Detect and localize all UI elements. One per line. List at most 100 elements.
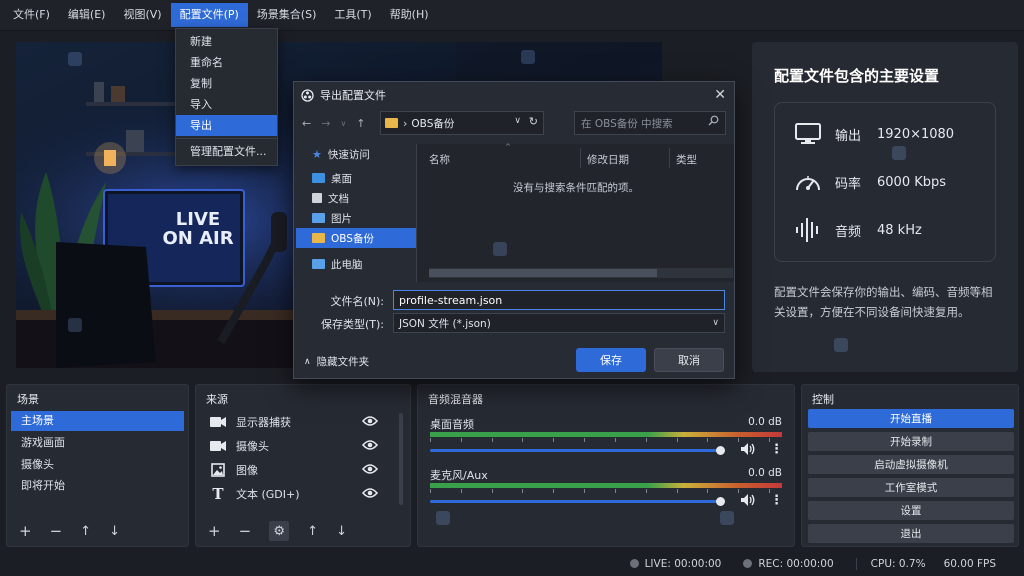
gear-icon[interactable]: ⚙ [269, 521, 290, 541]
eye-icon[interactable] [362, 439, 378, 451]
close-icon[interactable]: ✕ [714, 87, 726, 103]
volume-slider[interactable] [430, 449, 724, 452]
vertical-scrollbar[interactable] [399, 413, 403, 505]
filename-input[interactable] [393, 290, 725, 310]
refresh-icon[interactable]: ↻ [529, 115, 538, 128]
menu-item-export[interactable]: 导出 [176, 115, 277, 136]
info-value: 1920×1080 [877, 126, 955, 142]
sidebar-item-quick-access[interactable]: ★ 快速访问 [296, 144, 416, 164]
chevron-down-icon: ∨ [712, 318, 719, 328]
text-icon: T [212, 485, 224, 503]
source-item[interactable]: 摄像头 [210, 436, 378, 456]
hide-folders-toggle[interactable]: ∧ 隐藏文件夹 [304, 354, 369, 369]
sidebar-item-desktop[interactable]: 桌面 [296, 168, 416, 188]
path-bar[interactable]: › OBS备份 ∨ ↻ [380, 111, 544, 135]
scene-item[interactable]: 即将开始 [11, 476, 184, 496]
sidebar-item-documents[interactable]: 文档 [296, 188, 416, 208]
start-virtual-camera-button[interactable]: 启动虚拟摄像机 [808, 455, 1014, 474]
add-icon[interactable]: + [208, 522, 221, 540]
cancel-button[interactable]: 取消 [654, 348, 724, 372]
chevron-down-icon[interactable]: ∨ [514, 116, 521, 126]
move-down-icon[interactable]: ↓ [336, 524, 347, 539]
menu-file[interactable]: 文件(F) [4, 3, 59, 27]
file-list[interactable]: ^ 名称 修改日期 类型 没有与搜索条件匹配的项。 [416, 143, 734, 282]
volume-slider-knob[interactable] [716, 446, 725, 455]
path-folder: OBS备份 [411, 117, 455, 130]
source-item[interactable]: 显示器捕获 [210, 412, 378, 432]
start-recording-button[interactable]: 开始录制 [808, 432, 1014, 451]
meter-ticks [430, 489, 770, 497]
up-arrow-icon[interactable]: ↑ [356, 117, 365, 130]
remove-icon[interactable]: − [50, 522, 63, 540]
start-streaming-button[interactable]: 开始直播 [808, 409, 1014, 428]
menu-edit[interactable]: 编辑(E) [59, 3, 115, 27]
speaker-icon[interactable] [740, 493, 756, 507]
info-value: 6000 Kbps [877, 174, 947, 190]
forward-arrow-icon[interactable]: → [321, 117, 330, 130]
volume-slider-knob[interactable] [716, 497, 725, 506]
sidebar-item-pictures[interactable]: 图片 [296, 208, 416, 228]
studio-mode-button[interactable]: 工作室模式 [808, 478, 1014, 497]
speaker-icon[interactable] [740, 442, 756, 456]
info-label: 音频 [835, 224, 862, 240]
chevron-down-icon[interactable]: ∨ [340, 119, 346, 128]
save-button[interactable]: 保存 [576, 348, 646, 372]
meter-tick [430, 438, 431, 442]
move-up-icon[interactable]: ↑ [307, 524, 318, 539]
menu-item-new[interactable]: 新建 [176, 31, 277, 52]
watermark [720, 511, 734, 525]
channel-name: 桌面音频 [430, 418, 474, 431]
search-field[interactable]: 在 OBS备份 中搜索 [574, 111, 726, 135]
live-sign-line2: ON AIR [162, 228, 234, 249]
info-row-audio: 音频 48 kHz [793, 213, 983, 247]
column-modified[interactable]: 修改日期 [587, 152, 629, 167]
live-dot-icon [629, 559, 639, 568]
column-name[interactable]: 名称 [429, 152, 450, 167]
scrollbar-thumb[interactable] [429, 269, 657, 277]
menu-scene-collection[interactable]: 场景集合(S) [248, 3, 326, 27]
horizontal-scrollbar[interactable] [429, 268, 733, 278]
menu-tools[interactable]: 工具(T) [325, 3, 380, 27]
eye-icon[interactable] [362, 415, 378, 427]
scene-item[interactable]: 游戏画面 [11, 433, 184, 453]
back-arrow-icon[interactable]: ← [302, 117, 311, 130]
scene-item[interactable]: 主场景 [11, 411, 184, 431]
menu-help[interactable]: 帮助(H) [381, 3, 438, 27]
eye-icon[interactable] [362, 463, 378, 475]
move-down-icon[interactable]: ↓ [109, 524, 120, 539]
menu-item-duplicate[interactable]: 复制 [176, 73, 277, 94]
info-title: 配置文件包含的主要设置 [774, 67, 940, 85]
sidebar-item-this-pc[interactable]: 此电脑 [296, 254, 416, 274]
settings-button[interactable]: 设置 [808, 501, 1014, 520]
menu-item-rename[interactable]: 重命名 [176, 52, 277, 73]
filetype-label: 保存类型(T): [320, 318, 384, 331]
add-icon[interactable]: + [19, 522, 32, 540]
camera-icon [210, 438, 226, 454]
sidebar-item-obs-backup[interactable]: OBS备份 [296, 228, 416, 248]
info-label: 码率 [835, 176, 862, 192]
scene-item[interactable]: 摄像头 [11, 455, 184, 475]
more-options-icon[interactable]: ⋮ [770, 442, 783, 457]
volume-slider[interactable] [430, 500, 724, 503]
eye-icon[interactable] [362, 487, 378, 499]
live-status: LIVE: 00:00:00 [629, 558, 721, 570]
sources-title: 来源 [206, 393, 228, 406]
watermark [68, 318, 82, 332]
watermark [68, 52, 82, 66]
column-type[interactable]: 类型 [676, 152, 697, 167]
filetype-select[interactable]: JSON 文件 (*.json) ∨ [393, 313, 725, 333]
source-item[interactable]: 图像 [210, 460, 378, 480]
fps-status: 60.00 FPS [943, 557, 996, 570]
menu-profile[interactable]: 配置文件(P) [170, 3, 248, 27]
remove-icon[interactable]: − [239, 522, 252, 540]
source-item[interactable]: T 文本 (GDI+) [210, 484, 378, 504]
menu-view[interactable]: 视图(V) [114, 3, 170, 27]
exit-button[interactable]: 退出 [808, 524, 1014, 543]
menu-item-manage-profiles[interactable]: 管理配置文件... [176, 141, 277, 162]
more-options-icon[interactable]: ⋮ [770, 493, 783, 508]
menu-item-import[interactable]: 导入 [176, 94, 277, 115]
speedometer-icon [793, 167, 823, 197]
move-up-icon[interactable]: ↑ [80, 524, 91, 539]
sort-arrow-icon: ^ [505, 143, 511, 151]
sources-panel: 来源 显示器捕获 摄像头 图像 T 文本 (GDI+) + − ⚙ ↑ ↓ [195, 384, 411, 547]
